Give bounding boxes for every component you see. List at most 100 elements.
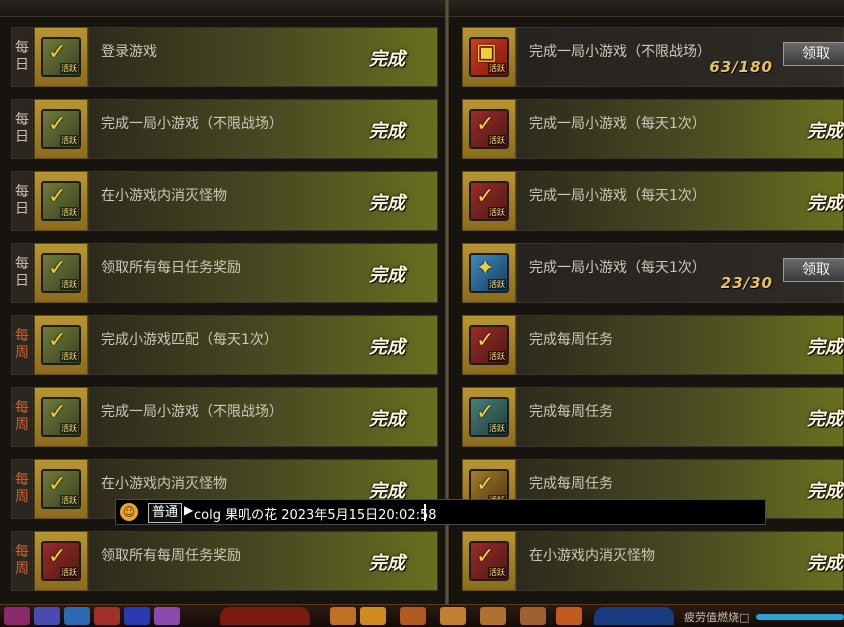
skill-slot-icon[interactable] [556,607,582,625]
checkmark-scroll-icon: ✓活跃 [41,37,81,77]
skill-slot-icon[interactable] [330,607,356,625]
complete-label: 完成 [369,49,405,70]
icon-glyph: ✓ [48,40,67,65]
complete-label: 完成 [807,409,843,430]
claim-button[interactable]: 领取 [783,258,844,282]
weekly-tag: 每周 [11,459,33,519]
task-panel: 在小游戏内消灭怪物 完成 [88,171,438,231]
skill-slot-icon[interactable] [4,607,30,625]
period-char: 每 [15,256,29,272]
task-row: 每日 ✓ 活跃 在小游戏内消灭怪物 完成 [11,171,438,231]
period-char: 每 [15,544,29,560]
icon-glyph: ✓ [476,112,495,137]
icon-badge-label: 活跃 [488,279,506,290]
task-icon-frame: ✓活跃 [462,171,516,231]
icon-badge-label: 活跃 [488,567,506,578]
task-title: 领取所有每周任务奖励 [101,548,241,564]
period-char: 日 [15,129,29,145]
task-icon-frame: ✓活跃 [462,99,516,159]
icon-badge-label: 活跃 [488,423,506,434]
chat-bar[interactable]: ☺ 普通 ▶ colg 果叽の花 2023年5月15日20:02:58 [115,499,766,525]
period-char: 日 [15,273,29,289]
icon-glyph: ✓ [476,328,495,353]
icon-glyph: ▣ [476,40,497,65]
period-char: 每 [15,328,29,344]
achievement-row: ✓ 活跃 完成一局小游戏（每天1次） 完成 [462,171,844,231]
period-char: 每 [15,40,29,56]
period-char: 每 [15,112,29,128]
daily-tag: 每日 [11,171,33,231]
checkmark-scroll-icon: ✓活跃 [41,109,81,149]
triangle-right-icon: ▶ [184,503,194,517]
task-title: 完成一局小游戏（每天1次） [529,260,706,276]
emoji-face-icon[interactable]: ☺ [120,503,138,521]
icon-badge-label: 活跃 [488,135,506,146]
task-panel: 领取所有每日任务奖励 完成 [88,243,438,303]
task-icon-frame: ✦ 活跃 [462,243,516,303]
icon-badge-label: 活跃 [488,207,506,218]
achievement-panel: 完成每周任务 完成 [516,387,844,447]
icon-badge-label: 活跃 [60,495,78,506]
checkmark-scroll-icon: ✓活跃 [469,181,509,221]
task-title: 完成一局小游戏（每天1次） [529,116,706,132]
icon-badge-label: 活跃 [488,63,506,74]
complete-label: 完成 [807,553,843,574]
task-panel: 完成一局小游戏（不限战场） 完成 [88,99,438,159]
icon-badge-label: 活跃 [60,63,78,74]
period-char: 每 [15,184,29,200]
chat-input[interactable]: colg 果叽の花 2023年5月15日20:02:58 [194,504,437,523]
icon-glyph: ✦ [476,256,495,281]
icon-badge-label: 活跃 [60,351,78,362]
task-row: 每周 ✓ 活跃 完成一局小游戏（不限战场） 完成 [11,387,438,447]
task-title: 在小游戏内消灭怪物 [101,476,227,492]
skill-slot-icon[interactable] [520,607,546,625]
skill-slot-icon[interactable] [440,607,466,625]
task-panel: 登录游戏 完成 [88,27,438,87]
task-icon-frame: ✓活跃 [34,459,88,519]
period-char: 周 [15,345,29,361]
task-title: 在小游戏内消灭怪物 [101,188,227,204]
achievement-panel: 完成一局小游戏（不限战场） 63/180 领取 [516,27,844,87]
lightning-scroll-icon: ✦ 活跃 [469,253,509,293]
skill-slot-icon[interactable] [94,607,120,625]
achievement-panel: 完成一局小游戏（每天1次） 完成 [516,171,844,231]
task-title: 完成一局小游戏（不限战场） [101,116,283,132]
mp-orb-icon [594,607,674,625]
chat-channel-button[interactable]: 普通 [148,503,183,523]
icon-glyph: ✓ [48,184,67,209]
period-char: 日 [15,201,29,217]
icon-glyph: ✓ [48,400,67,425]
icon-glyph: ✓ [48,472,67,497]
task-panel: 完成一局小游戏（不限战场） 完成 [88,387,438,447]
task-panel: 领取所有每周任务奖励 完成 [88,531,438,591]
achievement-row: ✓活跃 完成每周任务 完成 [462,315,844,375]
icon-glyph: ✓ [48,544,67,569]
skill-slot-icon[interactable] [64,607,90,625]
skill-slot-icon[interactable] [400,607,426,625]
skill-slot-icon[interactable] [34,607,60,625]
claim-button[interactable]: 领取 [783,42,844,66]
achievement-panel: 完成每周任务 完成 [516,315,844,375]
skill-slot-icon[interactable] [154,607,180,625]
progress-counter: 23/30 [720,274,773,292]
checkmark-scroll-icon: ✓活跃 [469,325,509,365]
task-icon-frame: ✓活跃 [34,99,88,159]
complete-label: 完成 [807,193,843,214]
task-icon-frame: ✓活跃 [34,243,88,303]
period-char: 周 [15,417,29,433]
task-panel: 完成小游戏匹配（每天1次） 完成 [88,315,438,375]
skill-hotbar: 疲劳值燃烧□ [0,604,844,627]
skill-slot-icon[interactable] [480,607,506,625]
task-row: 每日 ✓ 活跃 登录游戏 完成 [11,27,438,87]
checkmark-scroll-icon: ✓活跃 [469,109,509,149]
period-char: 每 [15,400,29,416]
skill-slot-icon[interactable] [124,607,150,625]
task-icon-frame: ✓活跃 [462,531,516,591]
task-icon-frame: ✓活跃 [34,387,88,447]
task-title: 完成一局小游戏（不限战场） [529,44,711,60]
icon-badge-label: 活跃 [60,279,78,290]
weekly-tag: 每周 [11,315,33,375]
skill-slot-icon[interactable] [360,607,386,625]
task-title: 完成小游戏匹配（每天1次） [101,332,278,348]
task-title: 领取所有每日任务奖励 [101,260,241,276]
